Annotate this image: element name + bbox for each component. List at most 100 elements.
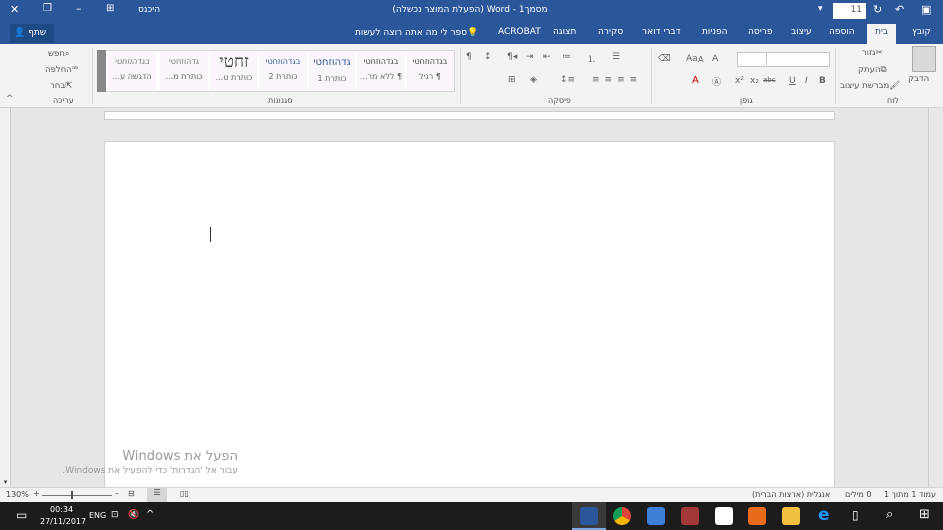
scroll-down-icon[interactable]: ▾ xyxy=(0,478,11,487)
tab-layout[interactable]: פריסה xyxy=(748,27,772,37)
style-name: כותרת מ... xyxy=(165,72,203,81)
subscript-button[interactable]: x₂ xyxy=(750,76,759,86)
action-center-icon[interactable]: ▭ xyxy=(16,508,27,522)
format-painter-button[interactable]: 🖌מברשת עיצוב xyxy=(840,81,900,91)
access-icon[interactable] xyxy=(681,507,699,525)
zoom-slider[interactable] xyxy=(42,495,112,496)
undo-icon[interactable]: ↶ xyxy=(895,3,904,16)
replace-button[interactable]: ᵃᵇהחלפה xyxy=(45,65,79,75)
page-count[interactable]: עמוד 1 מתוך 1 xyxy=(884,490,936,499)
style-subtle-emphasis[interactable]: בגדהוזחטי הדגשה ע... xyxy=(108,52,156,90)
font-color-icon[interactable]: A xyxy=(692,75,699,86)
close-button[interactable]: ✕ xyxy=(10,3,19,16)
save-icon[interactable]: ▣ xyxy=(921,3,931,16)
tab-mailings[interactable]: דברי דואר xyxy=(642,27,681,37)
minimize-button[interactable]: – xyxy=(76,2,82,15)
text-cursor xyxy=(210,227,211,242)
word-count[interactable]: 0 מילים xyxy=(845,490,872,499)
paste-icon[interactable] xyxy=(912,46,936,72)
clock-time[interactable]: 00:34 xyxy=(50,505,73,514)
text-effects-icon[interactable]: Ⓐ xyxy=(712,75,721,88)
network-icon[interactable]: ⊡ xyxy=(111,510,119,520)
share-button[interactable]: 👤 שתף xyxy=(10,24,54,43)
style-name: כותרת 1 xyxy=(317,74,347,83)
qat-font-size[interactable]: 11 xyxy=(833,3,866,19)
redo-icon[interactable]: ↻ xyxy=(873,3,882,16)
style-heading-2[interactable]: בגדהוזחטי כותרת 2 xyxy=(259,52,307,90)
shading-icon[interactable]: ◈ xyxy=(530,75,537,85)
tab-acrobat[interactable]: ACROBAT xyxy=(498,27,541,37)
show-marks-icon[interactable]: ¶ xyxy=(466,52,472,62)
paint-icon[interactable] xyxy=(647,507,665,525)
styles-scroll-control[interactable] xyxy=(97,50,106,92)
line-spacing-icon[interactable]: ↕≡ xyxy=(560,75,575,85)
search-icon[interactable]: ⌕ xyxy=(886,507,893,522)
superscript-button[interactable]: x² xyxy=(735,76,744,86)
store-icon[interactable] xyxy=(715,507,733,525)
sort-icon[interactable]: ↕ xyxy=(484,52,492,62)
tab-review[interactable]: סקירה xyxy=(598,27,623,37)
read-mode-icon[interactable]: ▯▯ xyxy=(180,489,189,498)
paste-button[interactable]: הדבק xyxy=(908,74,929,84)
strikethrough-button[interactable]: abc xyxy=(763,76,776,84)
cut-button[interactable]: ✂גזור xyxy=(862,48,883,58)
alignment-icons[interactable]: ≡≡≡≡ xyxy=(592,75,642,85)
collapse-ribbon-icon[interactable]: ^ xyxy=(6,94,14,104)
tab-references[interactable]: הפניות xyxy=(702,27,727,37)
chrome-icon[interactable] xyxy=(613,507,631,525)
tab-insert[interactable]: הוספה xyxy=(829,27,855,37)
underline-button[interactable]: U xyxy=(789,76,796,86)
language-status[interactable]: אנגלית (ארצות הברית) xyxy=(752,490,830,499)
change-case-button[interactable]: Aa xyxy=(686,54,698,64)
increase-indent-icon[interactable]: ⇥ xyxy=(526,52,534,62)
copy-button[interactable]: ⧉העתק xyxy=(858,65,887,75)
zoom-out-button[interactable]: – xyxy=(115,489,119,498)
find-button[interactable]: ⌕חפש xyxy=(48,49,70,59)
tab-file[interactable]: קובץ xyxy=(912,27,931,37)
vertical-scrollbar[interactable] xyxy=(928,108,943,487)
ribbon-display-options-button[interactable]: ⊞ xyxy=(106,3,114,14)
bullets-icon[interactable]: ☰ xyxy=(612,52,620,62)
file-explorer-icon[interactable] xyxy=(782,507,800,525)
multilevel-list-icon[interactable]: ≔ xyxy=(562,52,571,62)
style-normal[interactable]: בגדהוזחטי ¶ רגיל xyxy=(406,52,454,90)
document-page[interactable] xyxy=(104,141,835,491)
rtl-direction-icon[interactable]: ¶◂ xyxy=(507,52,517,62)
zoom-in-button[interactable]: + xyxy=(33,489,40,498)
style-subtitle[interactable]: גדהוזחטי כותרת מ... xyxy=(160,52,208,90)
tab-design[interactable]: עיצוב xyxy=(791,27,812,37)
edge-icon[interactable]: e xyxy=(818,505,830,525)
scissors-icon: ✂ xyxy=(875,48,883,58)
style-title[interactable]: זחטי כותרת ט... xyxy=(210,52,258,90)
clear-formatting-icon[interactable]: ⌫ xyxy=(658,54,671,64)
borders-icon[interactable]: ⊞ xyxy=(508,75,516,85)
numbering-icon[interactable]: ⒈ xyxy=(587,52,596,65)
tell-me-box[interactable]: 💡ספר לי מה אתה רוצה לעשות xyxy=(355,28,478,38)
tab-home[interactable]: בית xyxy=(867,24,897,44)
print-layout-icon[interactable]: ☰ xyxy=(147,488,167,502)
input-language[interactable]: ENG xyxy=(89,511,106,520)
style-heading-1[interactable]: גדהוזחטי כותרת 1 xyxy=(308,52,356,90)
task-view-icon[interactable]: ▯ xyxy=(852,508,859,522)
italic-button[interactable]: I xyxy=(805,76,808,86)
style-no-spacing[interactable]: בגדהוזחטי ¶ ללא מר... xyxy=(357,52,405,90)
web-layout-icon[interactable]: ⊟ xyxy=(128,489,135,498)
volume-muted-icon[interactable]: 🔇 xyxy=(128,510,139,520)
decrease-indent-icon[interactable]: ⇤ xyxy=(543,52,551,62)
show-hidden-icons[interactable]: ^ xyxy=(146,509,154,520)
select-button[interactable]: ⇱בחר xyxy=(50,81,72,91)
qat-customize-icon[interactable]: ▾ xyxy=(818,4,823,14)
windows-start-icon[interactable]: ⊞ xyxy=(919,507,930,522)
shrink-font-button[interactable]: A xyxy=(698,55,703,64)
media-player-icon[interactable] xyxy=(748,507,766,525)
taskbar-word[interactable] xyxy=(572,502,606,530)
zoom-level[interactable]: 130% xyxy=(6,490,29,499)
tab-view[interactable]: תצוגה xyxy=(553,27,576,37)
zoom-slider-thumb[interactable] xyxy=(71,491,73,499)
font-size-dropdown[interactable] xyxy=(737,52,767,67)
sign-in-link[interactable]: היכנס xyxy=(138,5,160,15)
bold-button[interactable]: B xyxy=(819,76,826,86)
clock-date[interactable]: 27/11/2017 xyxy=(40,517,86,526)
grow-font-button[interactable]: A xyxy=(712,54,718,64)
restore-button[interactable]: ❐ xyxy=(43,3,52,14)
